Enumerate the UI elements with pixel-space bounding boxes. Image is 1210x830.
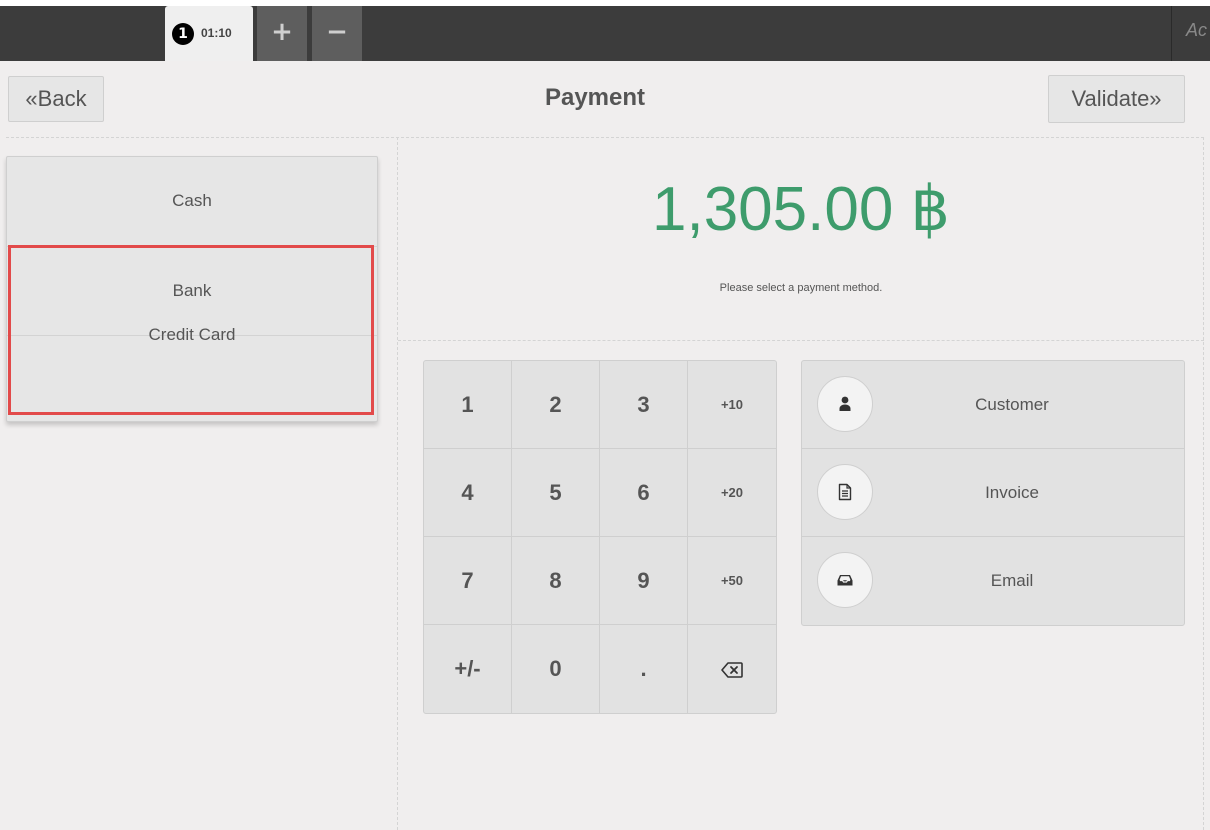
numpad-key-9[interactable]: 9 bbox=[600, 537, 688, 625]
payment-amount: 1,305.00 ฿ bbox=[651, 175, 950, 244]
invoice-button[interactable]: Invoice bbox=[802, 449, 1184, 537]
numpad-key-5[interactable]: 5 bbox=[512, 449, 600, 537]
payment-actions: Customer Invoice Email bbox=[801, 360, 1185, 626]
numpad-key-sign[interactable]: +/- bbox=[424, 625, 512, 713]
divider bbox=[398, 340, 1204, 341]
user-icon bbox=[817, 376, 873, 432]
numpad-key-0[interactable]: 0 bbox=[512, 625, 600, 713]
numpad-key-6[interactable]: 6 bbox=[600, 449, 688, 537]
divider bbox=[6, 137, 1204, 138]
invoice-label: Invoice bbox=[985, 483, 1039, 502]
payment-method-credit-card[interactable]: Credit Card bbox=[7, 325, 377, 422]
back-button[interactable]: «Back bbox=[8, 76, 104, 122]
user-label[interactable]: Ac bbox=[1186, 20, 1207, 41]
file-icon bbox=[817, 464, 873, 520]
numpad-key-plus10[interactable]: +10 bbox=[688, 361, 776, 449]
numpad: 1 2 3 +10 4 5 6 +20 7 8 9 +50 +/- 0 . bbox=[423, 360, 777, 714]
numpad-key-3[interactable]: 3 bbox=[600, 361, 688, 449]
payment-methods-list: Cash Bank Credit Card bbox=[6, 156, 378, 422]
payment-method-bank[interactable]: Bank bbox=[7, 246, 377, 335]
backspace-icon[interactable] bbox=[688, 625, 776, 713]
numpad-key-4[interactable]: 4 bbox=[424, 449, 512, 537]
customer-label: Customer bbox=[975, 395, 1049, 414]
order-number-badge: 1 bbox=[172, 23, 194, 45]
numpad-key-decimal[interactable]: . bbox=[600, 625, 688, 713]
payment-method-label: Credit Card bbox=[148, 325, 236, 344]
top-bar: 1 01:10 + − Ac bbox=[0, 0, 1210, 61]
order-time: 01:10 bbox=[201, 26, 232, 40]
numpad-key-2[interactable]: 2 bbox=[512, 361, 600, 449]
inbox-icon bbox=[817, 552, 873, 608]
payment-method-cash[interactable]: Cash bbox=[7, 157, 377, 245]
numpad-key-8[interactable]: 8 bbox=[512, 537, 600, 625]
email-button[interactable]: Email bbox=[802, 537, 1184, 625]
validate-button[interactable]: Validate» bbox=[1048, 75, 1185, 123]
email-label: Email bbox=[990, 571, 1034, 590]
numpad-key-plus20[interactable]: +20 bbox=[688, 449, 776, 537]
remove-order-button[interactable]: − bbox=[312, 6, 362, 61]
numpad-key-plus50[interactable]: +50 bbox=[688, 537, 776, 625]
numpad-key-1[interactable]: 1 bbox=[424, 361, 512, 449]
add-order-button[interactable]: + bbox=[257, 6, 307, 61]
page-title: Payment bbox=[544, 84, 646, 111]
payment-hint: Please select a payment method. bbox=[719, 282, 883, 294]
numpad-key-7[interactable]: 7 bbox=[424, 537, 512, 625]
divider bbox=[1171, 6, 1172, 61]
customer-button[interactable]: Customer bbox=[802, 361, 1184, 449]
order-tab[interactable]: 1 01:10 bbox=[165, 6, 253, 61]
